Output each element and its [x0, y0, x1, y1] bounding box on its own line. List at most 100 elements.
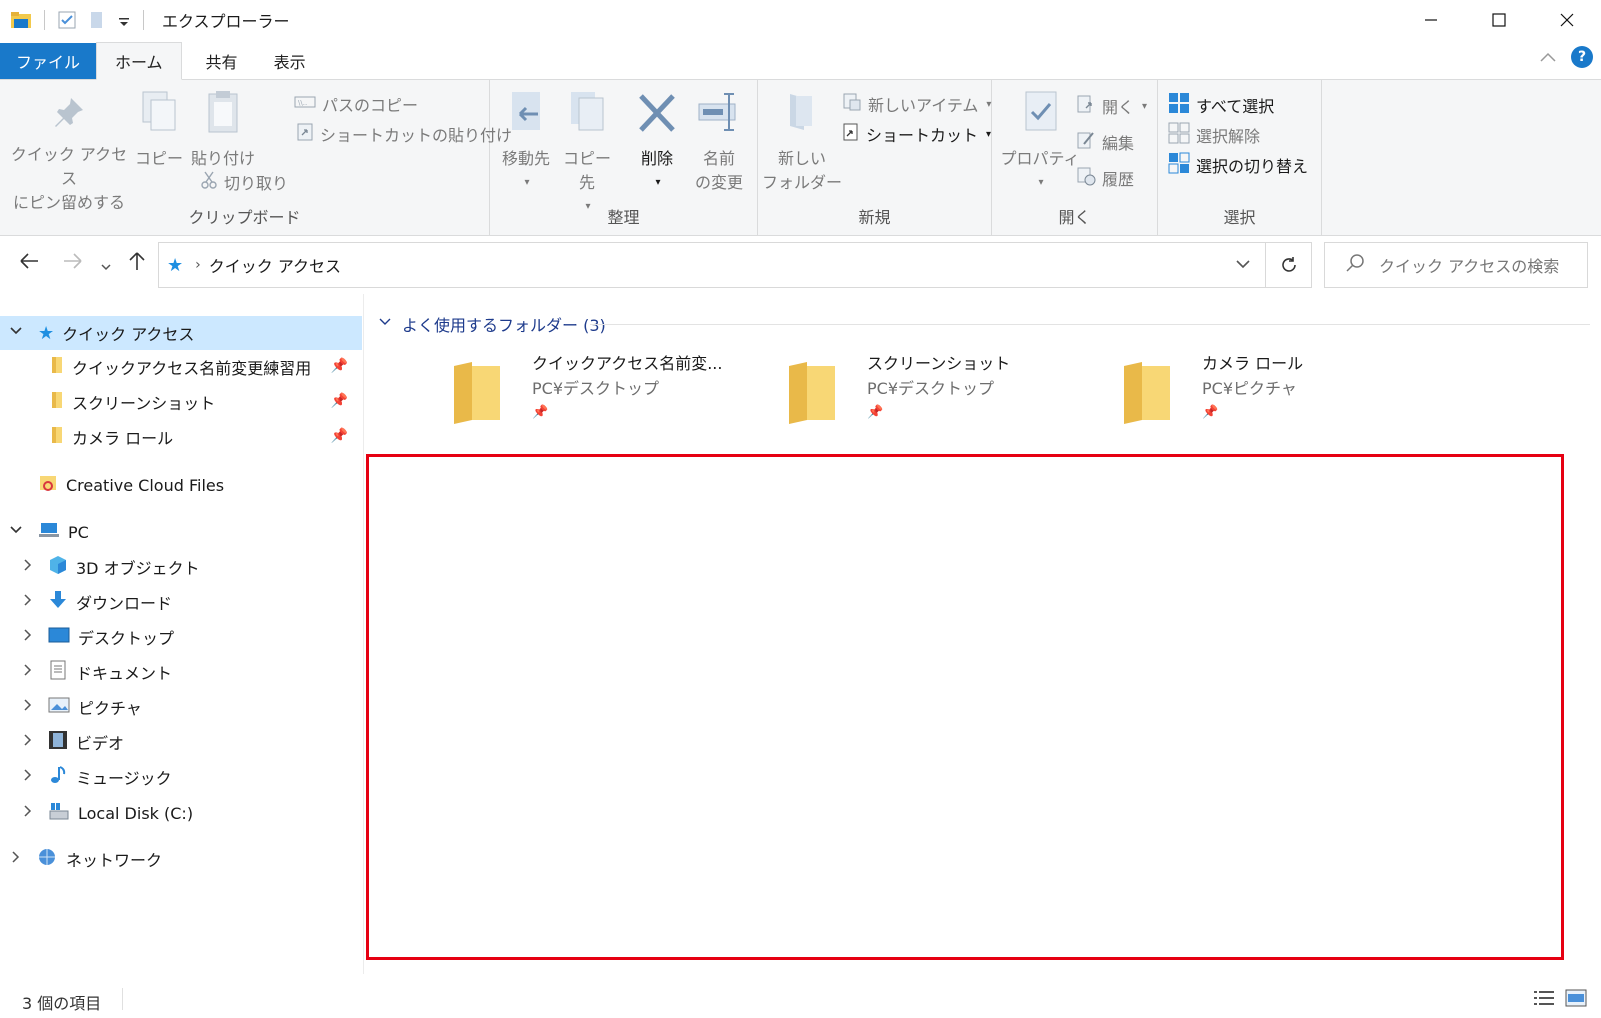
invert-selection-button[interactable]: 選択の切り替え: [1168, 152, 1308, 178]
nav-pictures[interactable]: ピクチャ: [0, 690, 362, 724]
cut-label: 切り取り: [224, 174, 289, 193]
nav-network[interactable]: ネットワーク: [0, 842, 362, 876]
nav-music[interactable]: ミュージック: [0, 760, 362, 794]
collapse-ribbon-icon[interactable]: [1539, 48, 1557, 67]
pin-icon[interactable]: 📌: [331, 393, 348, 409]
breadcrumb-chevron-icon[interactable]: ›: [195, 257, 201, 273]
quick-access-toolbar: エクスプローラー: [0, 0, 290, 40]
new-item-button[interactable]: 新しいアイテム ▾: [842, 92, 991, 116]
paste-button[interactable]: 貼り付け: [190, 90, 256, 171]
customize-qat-dropdown-icon[interactable]: [117, 10, 131, 30]
back-arrow-icon[interactable]: [18, 250, 40, 278]
folder-path: PC¥デスクトップ: [532, 379, 660, 398]
up-arrow-icon[interactable]: [126, 250, 148, 278]
open-button[interactable]: 開く ▾: [1076, 94, 1147, 118]
properties-button[interactable]: プロパティ ▾: [998, 90, 1082, 195]
forward-arrow-icon[interactable]: [62, 250, 84, 278]
copy-to-button[interactable]: コピー先 ▾: [556, 90, 618, 219]
section-collapse-chevron-icon[interactable]: [378, 315, 392, 333]
details-view-icon[interactable]: [1533, 988, 1555, 1012]
folder-tile[interactable]: クイックアクセス名前変... PC¥デスクトップ 📌: [452, 352, 772, 432]
group-open: プロパティ ▾ 開く ▾ 編集 履歴 開く: [992, 80, 1158, 236]
nav-downloads[interactable]: ダウンロード: [0, 585, 362, 619]
nav-pinned-folder[interactable]: スクリーンショット 📌: [0, 385, 362, 419]
folder-icon: [50, 391, 64, 413]
breadcrumb-quick-access[interactable]: クイック アクセス: [209, 253, 341, 277]
section-header-frequent-folders[interactable]: よく使用するフォルダー (3): [378, 312, 606, 336]
search-box[interactable]: クイック アクセスの検索: [1324, 242, 1588, 288]
tab-view[interactable]: 表示: [256, 43, 324, 79]
cut-button[interactable]: 切り取り: [200, 170, 288, 194]
expand-chevron-right-icon[interactable]: [20, 733, 36, 751]
copy-path-button[interactable]: \\.. パスのコピー: [294, 92, 418, 116]
svg-text:\\..: \\..: [298, 99, 307, 107]
group-label-new: 新規: [858, 208, 891, 227]
address-bar[interactable]: ★ › クイック アクセス: [158, 242, 1266, 288]
invert-selection-icon: [1168, 152, 1190, 178]
nav-3d-objects[interactable]: 3D オブジェクト: [0, 550, 362, 584]
paste-shortcut-button[interactable]: ショートカットの貼り付け: [296, 122, 512, 146]
expand-chevron-right-icon[interactable]: [20, 593, 36, 611]
select-none-button[interactable]: 選択解除: [1168, 122, 1260, 148]
shortcut-label: ショートカット: [866, 126, 979, 145]
clipboard-paste-icon: [190, 90, 256, 141]
large-icons-view-icon[interactable]: [1565, 988, 1587, 1012]
explorer-folder-icon[interactable]: [10, 10, 32, 30]
view-toggle: [1533, 988, 1587, 1012]
edit-button[interactable]: 編集: [1076, 130, 1134, 154]
nav-quick-access[interactable]: ★ クイック アクセス: [0, 316, 362, 350]
new-folder-qat-icon[interactable]: [87, 10, 109, 30]
refresh-button[interactable]: [1266, 242, 1312, 288]
select-all-button[interactable]: すべて選択: [1168, 92, 1274, 118]
expand-chevron-right-icon[interactable]: [20, 663, 36, 681]
nav-pinned-folder[interactable]: クイックアクセス名前変更練習用 📌: [0, 350, 362, 384]
search-input[interactable]: クイック アクセスの検索: [1379, 253, 1559, 277]
minimize-button[interactable]: [1397, 0, 1465, 40]
copy-button[interactable]: コピー: [134, 90, 184, 171]
document-icon: [48, 660, 68, 684]
pin-icon: 📌: [532, 405, 549, 420]
properties-check-icon[interactable]: [57, 10, 79, 30]
recent-locations-chevron-icon[interactable]: [100, 254, 112, 279]
expand-chevron-right-icon[interactable]: [20, 768, 36, 786]
folder-tile[interactable]: スクリーンショット PC¥デスクトップ 📌: [787, 352, 1107, 432]
nav-creative-cloud-files[interactable]: Creative Cloud Files: [0, 468, 362, 502]
tabs-right-controls: ?: [1539, 46, 1593, 68]
maximize-button[interactable]: [1465, 0, 1533, 40]
expand-chevron-down-icon[interactable]: [8, 523, 24, 541]
new-folder-button[interactable]: 新しい フォルダー: [762, 90, 842, 195]
nav-pc[interactable]: PC: [0, 515, 362, 549]
expand-chevron-right-icon[interactable]: [20, 628, 36, 646]
expand-chevron-right-icon[interactable]: [20, 804, 36, 822]
expand-chevron-right-icon[interactable]: [20, 558, 36, 576]
address-dropdown-icon[interactable]: [1235, 255, 1251, 274]
nav-videos[interactable]: ビデオ: [0, 725, 362, 759]
pin-icon[interactable]: 📌: [331, 428, 348, 444]
tab-file[interactable]: ファイル: [0, 43, 97, 79]
close-button[interactable]: [1533, 0, 1601, 40]
history-button[interactable]: 履歴: [1076, 166, 1134, 190]
rename-button[interactable]: 名前 の変更: [688, 90, 750, 195]
nav-documents[interactable]: ドキュメント: [0, 655, 362, 689]
copy-path-label: パスのコピー: [322, 96, 419, 115]
move-to-button[interactable]: 移動先 ▾: [498, 90, 554, 195]
pin-to-quick-access-button[interactable]: クイック アクセス にピン留めする: [8, 94, 130, 215]
nav-local-disk[interactable]: Local Disk (C:): [0, 796, 362, 830]
folder-icon: [50, 356, 64, 378]
shortcut-button[interactable]: ショートカット ▾: [842, 122, 991, 146]
expand-chevron-right-icon[interactable]: [20, 698, 36, 716]
delete-button[interactable]: 削除 ▾: [630, 90, 684, 195]
nav-desktop[interactable]: デスクトップ: [0, 620, 362, 654]
tab-home[interactable]: ホーム: [96, 42, 182, 80]
file-list-area[interactable]: よく使用するフォルダー (3) クイックアクセス名前変... PC¥デスクトップ…: [366, 294, 1601, 974]
folder-meta: スクリーンショット PC¥デスクトップ 📌: [867, 352, 1010, 432]
expand-chevron-right-icon[interactable]: [8, 850, 24, 868]
expand-chevron-down-icon[interactable]: [8, 324, 24, 342]
tab-share[interactable]: 共有: [188, 43, 256, 79]
folder-path: PC¥デスクトップ: [867, 379, 995, 398]
nav-pinned-folder[interactable]: カメラ ロール 📌: [0, 420, 362, 454]
folder-name: カメラ ロール: [1202, 354, 1304, 373]
pin-icon[interactable]: 📌: [331, 358, 348, 374]
folder-tile[interactable]: カメラ ロール PC¥ピクチャ 📌: [1122, 352, 1442, 432]
help-icon[interactable]: ?: [1571, 46, 1593, 68]
